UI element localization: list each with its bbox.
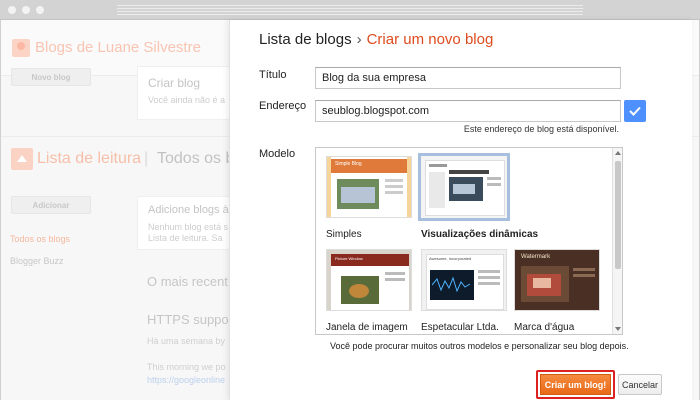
dialog-breadcrumb: Lista de blogs › Criar um novo blog: [259, 31, 493, 48]
cancel-button[interactable]: Cancelar: [618, 374, 662, 395]
background-blog-name: Blogs de Luane Silvestre: [35, 39, 201, 56]
template-footer-note: Você pode procurar muitos outros modelos…: [330, 341, 629, 351]
template-awesome-inc-thumbnail: Awesome, Incorporated: [421, 249, 507, 311]
browser-titlebar: [0, 0, 700, 20]
template-dynamic-views-name: Visualizações dinâmicas: [421, 229, 539, 240]
scroll-up-icon[interactable]: [615, 151, 621, 155]
add-blogs-text: Nenhum blog está s: [148, 222, 229, 232]
sidebar-item-blogger-buzz[interactable]: Blogger Buzz: [10, 256, 64, 266]
address-label: Endereço: [259, 100, 307, 112]
create-blog-text: Você ainda não é a: [148, 95, 226, 105]
title-label: Título: [259, 69, 287, 81]
simple-thumb-header: Simple Blog: [335, 161, 362, 167]
add-blogs-text-2: Lista de leitura. Sa: [148, 233, 223, 243]
window-maximize-dot[interactable]: [36, 6, 44, 14]
template-dynamic-views-thumbnail: [418, 153, 510, 221]
picture-thumb-header: Picture Window: [335, 256, 363, 261]
address-check-button[interactable]: [624, 100, 646, 122]
window-close-dot[interactable]: [8, 6, 16, 14]
new-blog-button[interactable]: Novo blog: [11, 68, 91, 86]
profile-avatar-icon: [12, 39, 30, 57]
create-blog-title: Criar blog: [148, 76, 201, 90]
breadcrumb-blog-list[interactable]: Lista de blogs: [259, 31, 352, 48]
template-watermark-name: Marca d'água: [514, 322, 575, 333]
create-button-highlight: Criar um blog!: [536, 370, 615, 399]
template-simple-name: Simples: [326, 229, 362, 240]
post-link[interactable]: https://googleonline: [147, 375, 225, 385]
watermark-thumb-header: Watermark: [521, 254, 551, 260]
template-awesome-inc-name: Espetacular Ltda.: [421, 322, 499, 333]
waveform-decoration: [432, 276, 471, 293]
window-minimize-dot[interactable]: [22, 6, 30, 14]
reading-list-icon: [11, 148, 33, 170]
reading-list-tab[interactable]: Todos os b: [157, 150, 234, 168]
template-label: Modelo: [259, 148, 296, 160]
template-simple-thumbnail: Simple Blog: [326, 156, 412, 218]
reading-list-title: Lista de leitura: [37, 150, 142, 167]
template-scrollbar[interactable]: [612, 148, 622, 334]
most-recent-heading: O mais recent: [147, 274, 228, 289]
scroll-down-icon[interactable]: [615, 327, 621, 331]
add-blogs-title: Adicione blogs à: [148, 204, 229, 216]
post-meta: Há uma semana by: [147, 336, 226, 346]
address-availability-hint: Este endereço de blog está disponível.: [463, 124, 619, 134]
template-picture-window-thumbnail: Picture Window: [326, 249, 412, 311]
scrollbar-thumb[interactable]: [615, 161, 621, 269]
add-button[interactable]: Adicionar: [11, 196, 91, 214]
titlebar-stripes: [117, 5, 583, 15]
post-title[interactable]: HTTPS suppor: [147, 312, 233, 327]
template-picture-window-name: Janela de imagem: [326, 322, 408, 333]
template-picker: Simple Blog Simples Visualizações dinâmi…: [315, 147, 623, 335]
breadcrumb-separator: ›: [356, 31, 362, 48]
address-field[interactable]: [315, 100, 621, 122]
breadcrumb-current: Criar um novo blog: [366, 31, 494, 48]
awesome-thumb-header: Awesome, Incorporated: [429, 256, 472, 261]
template-watermark-thumbnail: Watermark: [514, 249, 600, 311]
post-excerpt: This morning we po: [147, 362, 226, 372]
create-blog-button[interactable]: Criar um blog!: [540, 374, 611, 395]
checkmark-icon: [629, 106, 641, 116]
reading-list-separator: |: [144, 150, 149, 167]
create-blog-panel: [137, 66, 231, 120]
sidebar-item-all-blogs[interactable]: Todos os blogs: [10, 234, 70, 244]
create-blog-dialog: Lista de blogs › Criar um novo blog Título…: [229, 20, 692, 400]
title-field[interactable]: [315, 67, 621, 89]
